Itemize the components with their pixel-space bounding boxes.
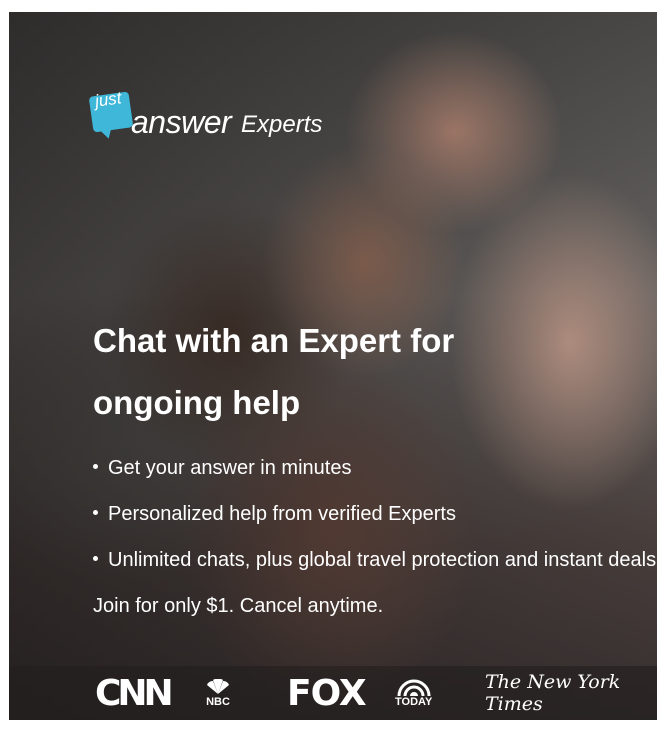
benefit-text: Personalized help from verified Experts	[108, 503, 456, 525]
today-logo: TODAY	[395, 666, 432, 720]
logo-answer: answer	[131, 104, 232, 140]
nyt-logo: The New York Times	[485, 671, 621, 715]
today-label: TODAY	[395, 696, 433, 708]
benefit-text: Unlimited chats, plus global travel prot…	[108, 549, 657, 571]
bullet-icon	[93, 510, 98, 516]
justanswer-logo[interactable]: just answer Experts	[88, 84, 351, 154]
cnn-logo: CNN	[95, 672, 174, 714]
logo-experts: Experts	[241, 111, 323, 138]
today-sun-icon	[397, 679, 431, 696]
benefit-list: Get your answer in minutes Personalized …	[93, 456, 656, 594]
press-logos-bar: CNN NBC FOX TODAY The New York Times	[9, 666, 657, 720]
hero-banner: just answer Experts Chat with an Expert …	[9, 12, 657, 720]
benefit-item: Unlimited chats, plus global travel prot…	[93, 548, 656, 594]
nbc-logo: NBC	[205, 666, 231, 720]
fox-logo: FOX	[287, 672, 367, 714]
page-title: Chat with an Expert for ongoing help	[93, 322, 455, 421]
bullet-icon	[93, 556, 98, 562]
nbc-peacock-icon	[207, 678, 229, 694]
benefit-item: Personalized help from verified Experts	[93, 502, 656, 548]
nbc-label: NBC	[206, 695, 230, 708]
page-divider	[9, 720, 657, 724]
benefit-text: Get your answer in minutes	[108, 457, 352, 479]
logo-just: just	[93, 88, 123, 111]
join-offer-text: Join for only $1. Cancel anytime.	[93, 595, 384, 617]
benefit-item: Get your answer in minutes	[93, 456, 656, 502]
bullet-icon	[93, 464, 98, 470]
